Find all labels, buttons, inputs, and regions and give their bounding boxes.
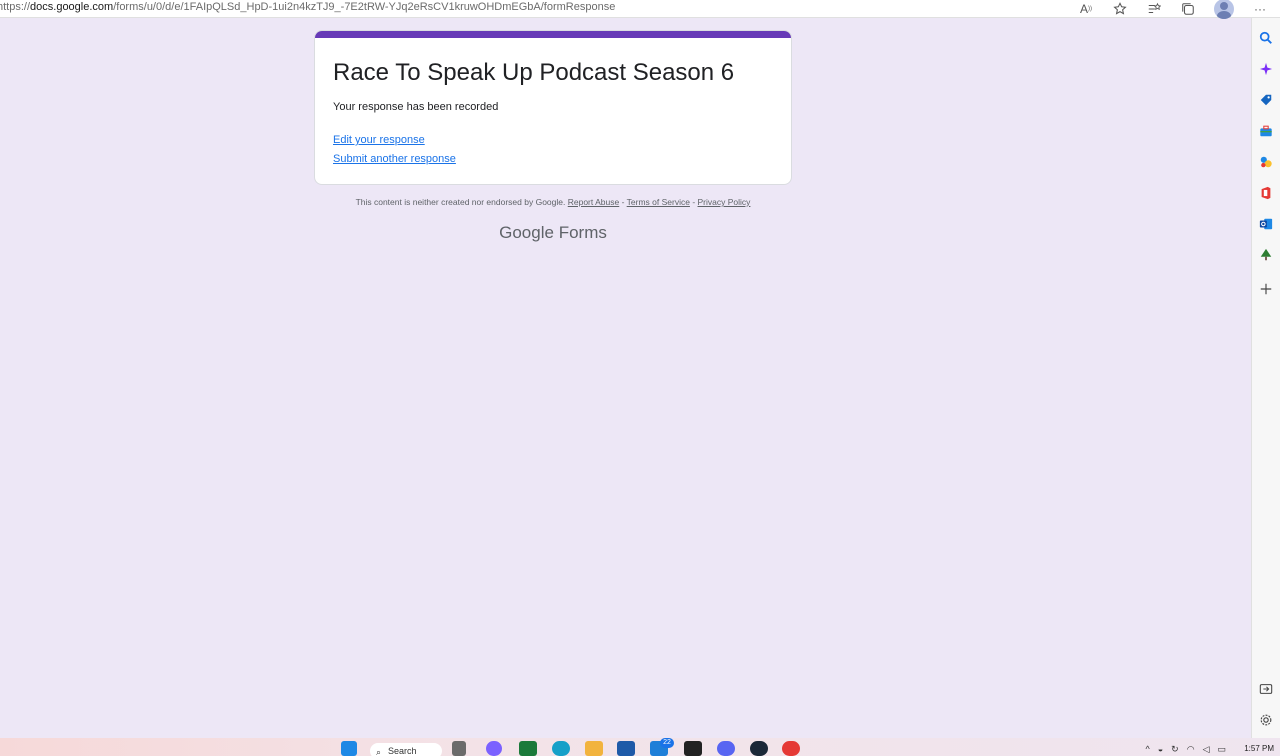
volume-icon[interactable]: ◁: [1203, 744, 1210, 755]
notification-badge: 22: [660, 738, 674, 748]
office-icon[interactable]: [1258, 185, 1274, 201]
sidebar-collapse-icon[interactable]: [1258, 681, 1274, 697]
store-icon[interactable]: [617, 741, 635, 756]
form-title: Race To Speak Up Podcast Season 6: [333, 59, 735, 86]
address-bar[interactable]: https://docs.google.com/forms/u/0/d/e/1F…: [0, 0, 1280, 19]
google-forms-logo[interactable]: Google Forms: [314, 223, 792, 243]
edge-sidebar: [1251, 18, 1280, 738]
discord-icon[interactable]: [717, 741, 735, 756]
terms-link[interactable]: Terms of Service: [627, 197, 690, 207]
confirmation-message: Your response has been recorded: [333, 101, 499, 113]
search-icon: ⌕: [376, 747, 382, 756]
chat-icon[interactable]: [486, 741, 502, 756]
report-abuse-link[interactable]: Report Abuse: [568, 197, 620, 207]
taskbar-search[interactable]: ⌕ Search: [370, 743, 442, 756]
games-icon[interactable]: [1258, 154, 1274, 170]
settings-gear-icon[interactable]: [1258, 712, 1274, 728]
read-aloud-icon[interactable]: A)): [1078, 1, 1094, 17]
network-icon[interactable]: ◒: [1158, 744, 1163, 755]
windows-taskbar: ⌕ Search 22 ^ ◒ ↻ ◠ ◁ ▭ 1:57 PM: [0, 738, 1280, 756]
steam-icon[interactable]: [750, 741, 768, 756]
epic-games-icon[interactable]: [684, 741, 702, 756]
footer-disclaimer: This content is neither created nor endo…: [355, 197, 751, 207]
card-accent-bar: [315, 31, 791, 38]
system-tray[interactable]: ^ ◒ ↻ ◠ ◁ ▭: [1145, 744, 1226, 755]
tools-briefcase-icon[interactable]: [1258, 123, 1274, 139]
tree-icon[interactable]: [1258, 247, 1274, 263]
file-explorer-icon[interactable]: [585, 741, 603, 756]
shopping-tag-icon[interactable]: [1258, 92, 1274, 108]
excel-icon[interactable]: [519, 741, 537, 756]
favorites-icon[interactable]: [1146, 1, 1162, 17]
start-icon[interactable]: [341, 741, 357, 756]
brand-google: Google: [499, 223, 554, 242]
task-view-icon[interactable]: [452, 741, 466, 756]
chrome-icon[interactable]: [782, 741, 800, 756]
edge-icon[interactable]: [552, 741, 570, 756]
copilot-sparkle-icon[interactable]: [1258, 61, 1274, 77]
add-icon[interactable]: [1258, 281, 1274, 297]
brand-forms: Forms: [558, 223, 607, 242]
collections-icon[interactable]: [1180, 1, 1196, 17]
submit-another-link[interactable]: Submit another response: [333, 153, 456, 165]
sync-icon[interactable]: ↻: [1171, 744, 1179, 755]
wifi-icon[interactable]: ◠: [1187, 744, 1195, 755]
url-text[interactable]: https://docs.google.com/forms/u/0/d/e/1F…: [0, 0, 615, 14]
confirmation-card: Race To Speak Up Podcast Season 6 Your r…: [314, 30, 792, 185]
privacy-link[interactable]: Privacy Policy: [698, 197, 751, 207]
profile-avatar[interactable]: [1214, 0, 1234, 19]
add-favorite-icon[interactable]: [1112, 1, 1128, 17]
disclaimer-text: This content is neither created nor endo…: [355, 197, 566, 207]
outlook-icon[interactable]: [1258, 216, 1274, 232]
clock[interactable]: 1:57 PM: [1244, 744, 1274, 753]
more-icon[interactable]: ···: [1252, 1, 1268, 17]
battery-icon[interactable]: ▭: [1217, 744, 1226, 755]
chevron-up-icon[interactable]: ^: [1145, 744, 1149, 755]
edit-response-link[interactable]: Edit your response: [333, 134, 425, 146]
search-icon[interactable]: [1258, 30, 1274, 46]
